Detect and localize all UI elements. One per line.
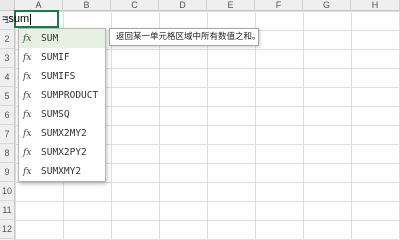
column-header-h[interactable]: H [351,0,400,10]
function-icon: fx [23,72,32,82]
row-header-7[interactable]: 7 [0,125,14,144]
function-item-sumif[interactable]: fx SUMIF [19,48,105,67]
function-name: SUMIF [41,52,70,63]
text-caret [30,13,32,25]
row-header-2[interactable]: 2 [0,30,14,49]
function-item-sumxmy2[interactable]: fx SUMXMY2 [19,162,105,181]
function-item-sumx2py2[interactable]: fx SUMX2PY2 [19,143,105,162]
row-header-11[interactable]: 11 [0,201,14,220]
column-header-f[interactable]: F [255,0,303,10]
function-item-sumifs[interactable]: fx SUMIFS [19,67,105,86]
function-icon: fx [23,34,32,44]
function-name: SUMPRODUCT [41,90,99,101]
function-item-sumsq[interactable]: fx SUMSQ [19,105,105,124]
row-header-12[interactable]: 12 [0,220,14,239]
function-autocomplete-list: fx SUM fx SUMIF fx SUMIFS fx SUMPRODUCT fx SU… [18,28,106,182]
row-header-3[interactable]: 3 [0,49,14,68]
row-header-5[interactable]: 5 [0,87,14,106]
function-description-tooltip: 返回某一单元格区域中所有数值之和。 [109,28,261,46]
row-header-4[interactable]: 4 [0,68,14,87]
function-icon: fx [23,91,32,101]
function-name: SUMIFS [41,71,76,82]
cell-formula-text: =sum [2,13,30,25]
function-item-sumproduct[interactable]: fx SUMPRODUCT [19,86,105,105]
function-icon: fx [23,110,32,120]
column-header-a[interactable]: A [15,0,63,10]
row-header-10[interactable]: 10 [0,182,14,201]
column-header-b[interactable]: B [63,0,111,10]
function-name: SUM [41,33,59,44]
row-header-8[interactable]: 8 [0,144,14,163]
spreadsheet: A B C D E F G H 1 2 3 4 5 6 7 8 9 10 11 … [0,0,400,240]
function-icon: fx [23,148,32,158]
function-name: SUMSQ [41,109,70,120]
function-icon: fx [23,53,32,63]
column-header-bar: A B C D E F G H [0,0,400,11]
function-name: SUMX2MY2 [41,128,87,139]
function-name: SUMX2PY2 [41,147,87,158]
row-header-bar: 1 2 3 4 5 6 7 8 9 10 11 12 [0,11,15,240]
row-header-9[interactable]: 9 [0,163,14,182]
function-name: SUMXMY2 [41,166,82,177]
function-icon: fx [23,167,32,177]
function-icon: fx [23,129,32,139]
column-header-c[interactable]: C [111,0,159,10]
function-item-sum[interactable]: fx SUM [19,29,105,48]
function-item-sumx2my2[interactable]: fx SUMX2MY2 [19,124,105,143]
column-header-d[interactable]: D [159,0,207,10]
column-header-e[interactable]: E [207,0,255,10]
column-header-g[interactable]: G [303,0,351,10]
row-header-6[interactable]: 6 [0,106,14,125]
cell-input[interactable]: =sum [2,10,32,28]
